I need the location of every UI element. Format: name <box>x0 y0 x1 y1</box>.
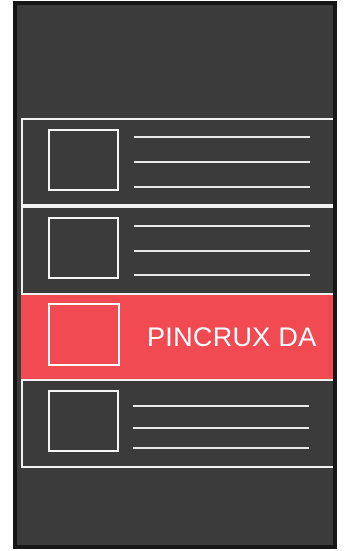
text-line-placeholder <box>134 250 310 252</box>
list-item[interactable] <box>21 118 333 206</box>
text-line-placeholder <box>133 447 309 449</box>
thumbnail-placeholder-icon <box>48 390 119 452</box>
text-line-placeholder <box>133 427 309 429</box>
text-line-placeholder <box>134 274 310 276</box>
text-line-placeholder <box>134 136 310 138</box>
list-item[interactable] <box>21 206 333 295</box>
list-item[interactable] <box>21 379 333 468</box>
pincrux-ad-banner[interactable]: PINCRUX DA <box>21 295 333 379</box>
content-feed: PINCRUX DA <box>21 118 333 468</box>
thumbnail-placeholder-icon <box>48 129 119 191</box>
text-line-placeholder <box>133 405 309 407</box>
text-line-placeholder <box>134 161 310 163</box>
thumbnail-placeholder-icon <box>48 217 119 279</box>
text-line-placeholder <box>134 225 310 227</box>
phone-screen: PINCRUX DA <box>13 1 337 549</box>
text-line-placeholder <box>134 186 310 188</box>
ad-label: PINCRUX DA <box>147 322 317 352</box>
ad-thumbnail-placeholder-icon <box>48 303 120 366</box>
